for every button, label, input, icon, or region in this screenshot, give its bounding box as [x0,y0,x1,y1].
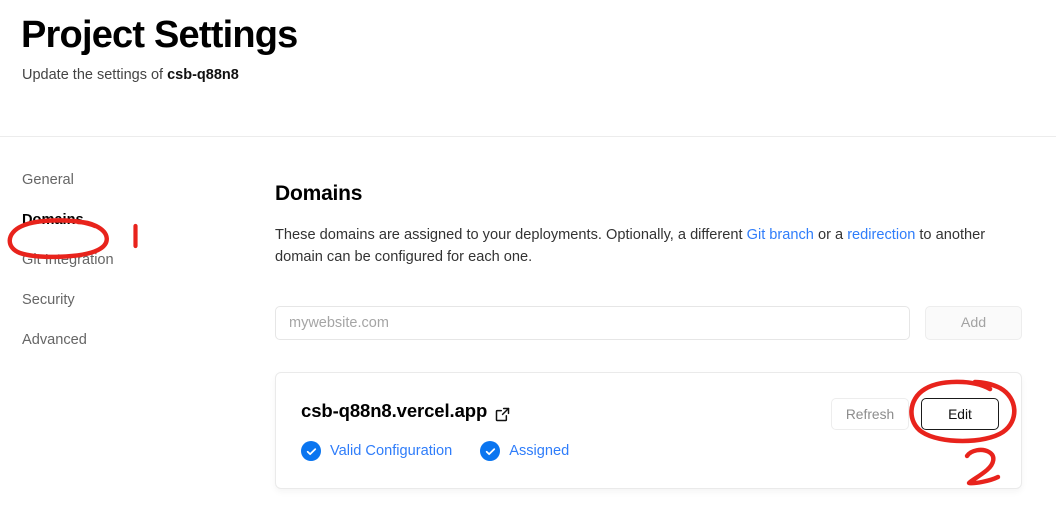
external-link-icon[interactable] [495,405,510,421]
status-valid-configuration: Valid Configuration [301,441,452,461]
add-domain-button[interactable]: Add [925,306,1022,340]
sidebar-item-advanced[interactable]: Advanced [0,320,250,360]
edit-button[interactable]: Edit [921,398,999,430]
settings-sidebar: General Domains Git Integration Security… [0,160,250,360]
section-description: These domains are assigned to your deplo… [275,224,1010,268]
header-divider [0,136,1056,137]
sidebar-item-git-integration[interactable]: Git Integration [0,240,250,280]
sidebar-item-label: Git Integration [22,252,114,268]
sidebar-item-label: Advanced [22,332,87,348]
section-title: Domains [275,182,363,205]
sidebar-item-label: General [22,172,74,188]
domain-input[interactable] [275,306,910,340]
domain-card: csb-q88n8.vercel.app Valid Configuration [275,372,1022,489]
sidebar-item-label: Security [22,292,75,308]
sidebar-item-general[interactable]: General [0,160,250,200]
check-circle-icon [301,441,321,461]
status-label: Valid Configuration [330,443,453,459]
check-circle-icon [480,441,501,461]
page-subtitle-prefix: Update the settings of [22,67,168,83]
status-label: Assigned [509,443,570,459]
page-title: Project Settings [21,14,298,56]
domain-card-actions: Refresh Edit [831,398,999,430]
domain-name-row: csb-q88n8.vercel.app [301,400,510,422]
project-name: csb-q88n8 [167,67,239,83]
sidebar-item-security[interactable]: Security [0,280,250,320]
sidebar-item-domains[interactable]: Domains [0,200,250,240]
sidebar-item-label: Domains [22,212,84,228]
domains-section: Domains These domains are assigned to yo… [275,160,1035,268]
page-header: Project Settings Update the settings of … [0,0,1056,137]
refresh-button[interactable]: Refresh [831,398,909,430]
redirection-link[interactable]: redirection [847,227,915,243]
domain-status-row: Valid Configuration Assigned [301,441,569,461]
page-subtitle: Update the settings of csb-q88n8 [22,65,239,85]
status-assigned: Assigned [480,441,569,461]
description-part-1: These domains are assigned to your deplo… [275,227,747,243]
domain-name: csb-q88n8.vercel.app [301,400,488,421]
project-settings-page: Project Settings Update the settings of … [0,0,1056,517]
description-part-2: or a [813,227,848,243]
add-domain-row: Add [275,306,1022,340]
git-branch-link[interactable]: Git branch [747,227,814,243]
